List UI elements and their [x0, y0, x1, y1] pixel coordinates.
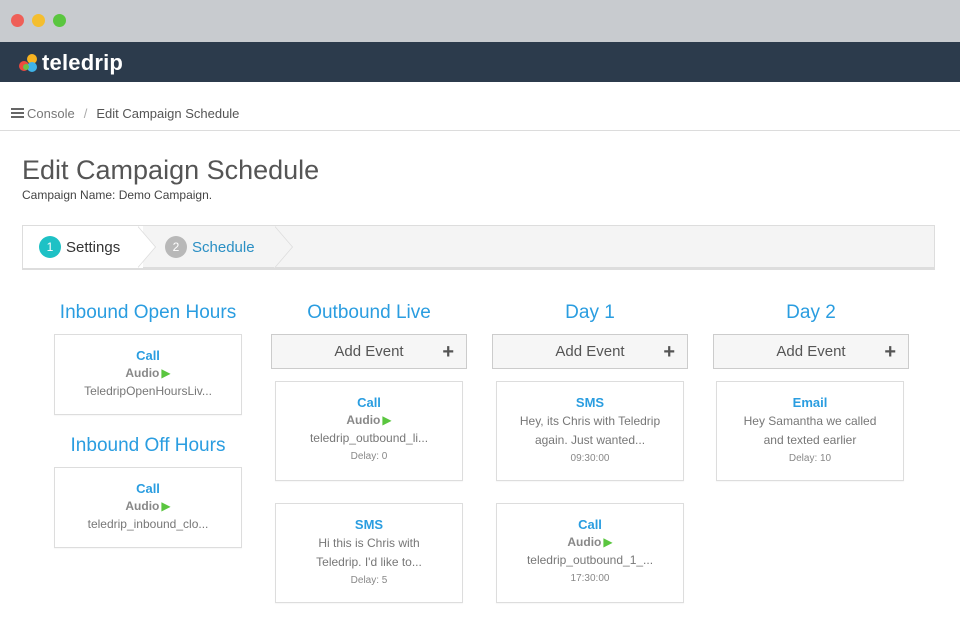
add-event-button[interactable]: Add Event + — [713, 334, 909, 369]
step-label: Schedule — [192, 238, 255, 256]
add-event-label: Add Event — [334, 343, 404, 360]
event-card-call[interactable]: Call Audio ▶ teledrip_outbound_1_... 17:3… — [496, 503, 684, 603]
event-type: Call — [357, 395, 381, 410]
teledrip-logo-icon — [17, 52, 39, 74]
event-type: Call — [578, 517, 602, 532]
event-card-call[interactable]: Call Audio ▶ teledrip_inbound_clo... — [54, 467, 242, 548]
breadcrumb-console-link[interactable]: Console — [27, 106, 75, 121]
plus-icon: + — [442, 341, 454, 363]
column-title-day-2: Day 2 — [786, 302, 836, 323]
add-event-label: Add Event — [776, 343, 846, 360]
audio-label[interactable]: Audio ▶ — [276, 413, 462, 427]
event-text: Hey Samantha we called and texted earlier — [743, 414, 877, 447]
audio-label[interactable]: Audio ▶ — [55, 366, 241, 380]
add-event-button[interactable]: Add Event + — [271, 334, 467, 369]
page-title: Edit Campaign Schedule — [22, 155, 320, 185]
play-icon[interactable]: ▶ — [161, 366, 170, 380]
event-text: teledrip_inbound_clo... — [87, 517, 209, 531]
console-icon — [11, 108, 24, 118]
audio-label[interactable]: Audio ▶ — [55, 499, 241, 513]
add-event-button[interactable]: Add Event + — [492, 334, 688, 369]
wizard-step-settings[interactable]: 1 Settings — [23, 226, 143, 268]
event-delay: Delay: 0 — [350, 451, 388, 462]
maximize-window-button[interactable] — [53, 14, 66, 27]
event-type: Call — [136, 481, 160, 496]
play-icon[interactable]: ▶ — [382, 413, 391, 427]
wizard-steps: 1 Settings 2 Schedule — [22, 225, 935, 270]
step-number-badge: 1 — [39, 236, 61, 258]
breadcrumb: Console / Edit Campaign Schedule — [11, 104, 239, 122]
app-logo[interactable]: teledrip — [17, 50, 123, 76]
breadcrumb-separator: / — [83, 105, 88, 121]
event-text: teledrip_outbound_li... — [309, 431, 429, 445]
column-title-day-1: Day 1 — [565, 302, 615, 323]
breadcrumb-current: Edit Campaign Schedule — [96, 105, 240, 121]
event-delay: 17:30:00 — [570, 573, 610, 584]
play-icon[interactable]: ▶ — [603, 535, 612, 549]
plus-icon: + — [884, 341, 896, 363]
event-type: Call — [136, 348, 160, 363]
event-text: teledrip_outbound_1_... — [526, 553, 654, 567]
add-event-label: Add Event — [555, 343, 625, 360]
event-card-sms[interactable]: SMS Hey, its Chris with Teledrip again. J… — [496, 381, 684, 481]
header-divider — [0, 130, 960, 131]
campaign-name: Campaign Name: Demo Campaign. — [22, 188, 213, 202]
event-text: Hey, its Chris with Teledrip again. Just … — [519, 414, 661, 447]
event-delay: 09:30:00 — [570, 453, 610, 464]
event-text: TeledripOpenHoursLiv... — [84, 384, 212, 398]
event-card-sms[interactable]: SMS Hi this is Chris with Teledrip. I'd l… — [275, 503, 463, 603]
logo-text: teledrip — [42, 50, 124, 75]
step-number-badge: 2 — [165, 236, 187, 258]
step-label: Settings — [66, 238, 121, 256]
wizard-step-schedule[interactable]: 2 Schedule — [163, 226, 255, 268]
column-title-outbound-live: Outbound Live — [307, 302, 431, 323]
column-title-inbound-open: Inbound Open Hours — [59, 302, 237, 323]
column-title-inbound-off: Inbound Off Hours — [70, 435, 226, 456]
event-delay: Delay: 10 — [788, 453, 832, 464]
audio-label[interactable]: Audio ▶ — [497, 535, 683, 549]
step-arrow — [274, 226, 292, 268]
minimize-window-button[interactable] — [32, 14, 45, 27]
event-card-call[interactable]: Call Audio ▶ TeledripOpenHoursLiv... — [54, 334, 242, 415]
event-text: Hi this is Chris with Teledrip. I'd like … — [316, 536, 422, 569]
plus-icon: + — [663, 341, 675, 363]
play-icon[interactable]: ▶ — [161, 499, 170, 513]
event-type: SMS — [354, 517, 384, 532]
step-arrow — [137, 226, 155, 268]
event-type: SMS — [575, 395, 605, 410]
event-card-call[interactable]: Call Audio ▶ teledrip_outbound_li... Dela… — [275, 381, 463, 481]
window-titlebar — [0, 0, 960, 42]
close-window-button[interactable] — [11, 14, 24, 27]
top-navbar: teledrip — [0, 42, 960, 82]
event-card-email[interactable]: Email Hey Samantha we called and texted e… — [716, 381, 904, 481]
event-delay: Delay: 5 — [350, 575, 388, 586]
event-type: Email — [792, 395, 828, 410]
